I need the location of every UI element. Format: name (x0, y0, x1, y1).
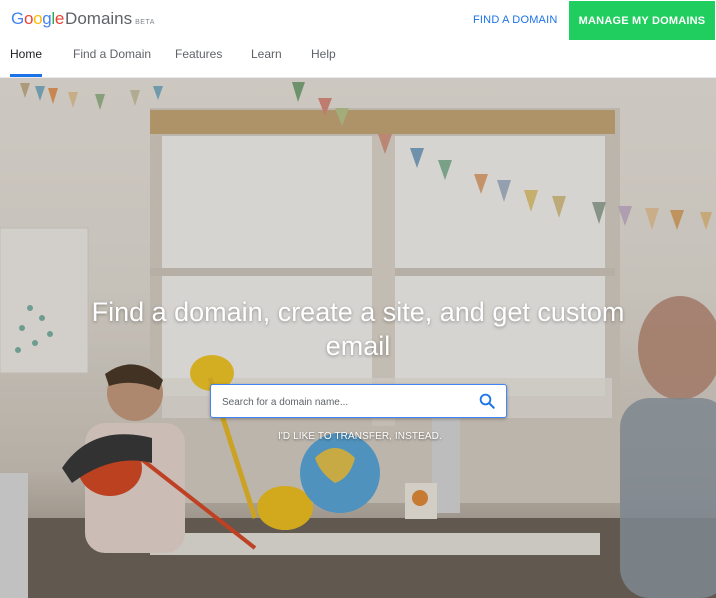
nav-tab-label: Learn (251, 47, 282, 61)
domain-search-box[interactable] (210, 384, 507, 418)
nav-tab-find-a-domain[interactable]: Find a Domain (73, 47, 151, 77)
nav-tab-label: Find a Domain (73, 47, 152, 61)
beta-badge: BETA (135, 19, 155, 26)
top-header: Google Domains BETA FIND A DOMAIN MANAGE… (0, 0, 716, 42)
nav-tab-home[interactable]: Home (10, 47, 43, 77)
nav-tab-features[interactable]: Features (175, 47, 222, 77)
nav-tab-help[interactable]: Help (311, 47, 336, 77)
google-domains-logo[interactable]: Google Domains BETA (11, 9, 155, 29)
nav-tab-label: Help (311, 47, 336, 61)
nav-tab-learn[interactable]: Learn (251, 47, 282, 77)
nav-tab-label: Features (175, 47, 223, 61)
logo-domains-text: Domains (65, 9, 133, 28)
logo-letter: g (42, 9, 52, 28)
manage-my-domains-button[interactable]: MANAGE MY DOMAINS (569, 1, 715, 40)
logo-letter: e (54, 9, 65, 28)
hero-section: Find a domain, create a site, and get cu… (0, 78, 716, 598)
hero-title: Find a domain, create a site, and get cu… (91, 297, 625, 361)
main-nav: Home Find a Domain Features Learn Help (0, 42, 716, 78)
google-wordmark: Google (11, 9, 64, 29)
nav-tab-label: Home (10, 47, 43, 61)
search-icon[interactable] (478, 392, 496, 410)
domain-search-input[interactable] (222, 393, 472, 411)
logo-letter: o (23, 9, 34, 28)
logo-letter: G (11, 9, 24, 28)
transfer-domain-link[interactable]: I'D LIKE TO TRANSFER, INSTEAD. (278, 431, 442, 442)
logo-letter: o (33, 9, 43, 28)
find-a-domain-link[interactable]: FIND A DOMAIN (473, 14, 558, 26)
